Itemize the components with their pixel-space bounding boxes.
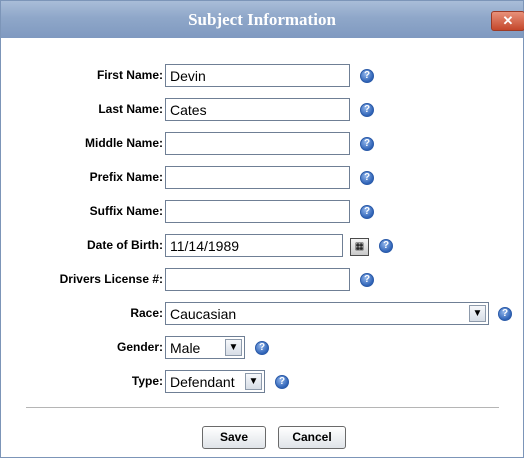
race-label: Race:: [130, 306, 163, 320]
last-name-help-icon[interactable]: ?: [360, 103, 374, 117]
suffix-name-help-icon[interactable]: ?: [360, 205, 374, 219]
drivers-license-help-icon[interactable]: ?: [360, 273, 374, 287]
middle-name-label: Middle Name:: [84, 136, 163, 150]
date-of-birth-help-icon[interactable]: ?: [379, 239, 393, 253]
prefix-name-input[interactable]: [165, 166, 350, 189]
race-selected-value: Caucasian: [170, 306, 237, 322]
type-label: Type:: [131, 374, 163, 388]
last-name-input[interactable]: Cates: [165, 98, 350, 121]
race-help-icon[interactable]: ?: [498, 307, 512, 321]
prefix-name-label: Prefix Name:: [89, 170, 163, 184]
middle-name-input[interactable]: [165, 132, 350, 155]
dialog-title: Subject Information: [188, 10, 336, 29]
prefix-name-help-icon[interactable]: ?: [360, 171, 374, 185]
gender-selected-value: Male: [170, 340, 201, 356]
date-of-birth-label: Date of Birth:: [87, 238, 163, 252]
first-name-input[interactable]: Devin: [165, 64, 350, 87]
cancel-button[interactable]: Cancel: [278, 426, 346, 449]
calendar-icon[interactable]: ▦: [350, 238, 369, 256]
close-icon[interactable]: ✕: [491, 11, 524, 31]
gender-help-icon[interactable]: ?: [255, 341, 269, 355]
race-select[interactable]: Caucasian ▼: [165, 302, 489, 325]
gender-label: Gender:: [116, 340, 163, 354]
first-name-label: First Name:: [96, 68, 163, 82]
chevron-down-icon[interactable]: ▼: [245, 373, 262, 390]
drivers-license-input[interactable]: [165, 268, 350, 291]
gender-select[interactable]: Male ▼: [165, 336, 245, 359]
type-help-icon[interactable]: ?: [275, 375, 289, 389]
chevron-down-icon[interactable]: ▼: [469, 305, 486, 322]
chevron-down-icon[interactable]: ▼: [225, 339, 242, 356]
last-name-label: Last Name:: [98, 102, 163, 116]
suffix-name-label: Suffix Name:: [89, 204, 163, 218]
drivers-license-label: Drivers License #:: [59, 272, 163, 286]
divider: [26, 407, 499, 408]
title-bar: Subject Information ✕: [1, 1, 524, 38]
subject-information-dialog: Subject Information ✕ First Name: Devin …: [0, 0, 524, 458]
first-name-help-icon[interactable]: ?: [360, 69, 374, 83]
middle-name-help-icon[interactable]: ?: [360, 137, 374, 151]
type-selected-value: Defendant: [170, 374, 235, 390]
save-button[interactable]: Save: [202, 426, 266, 449]
suffix-name-input[interactable]: [165, 200, 350, 223]
type-select[interactable]: Defendant ▼: [165, 370, 265, 393]
date-of-birth-input[interactable]: 11/14/1989: [165, 234, 343, 257]
